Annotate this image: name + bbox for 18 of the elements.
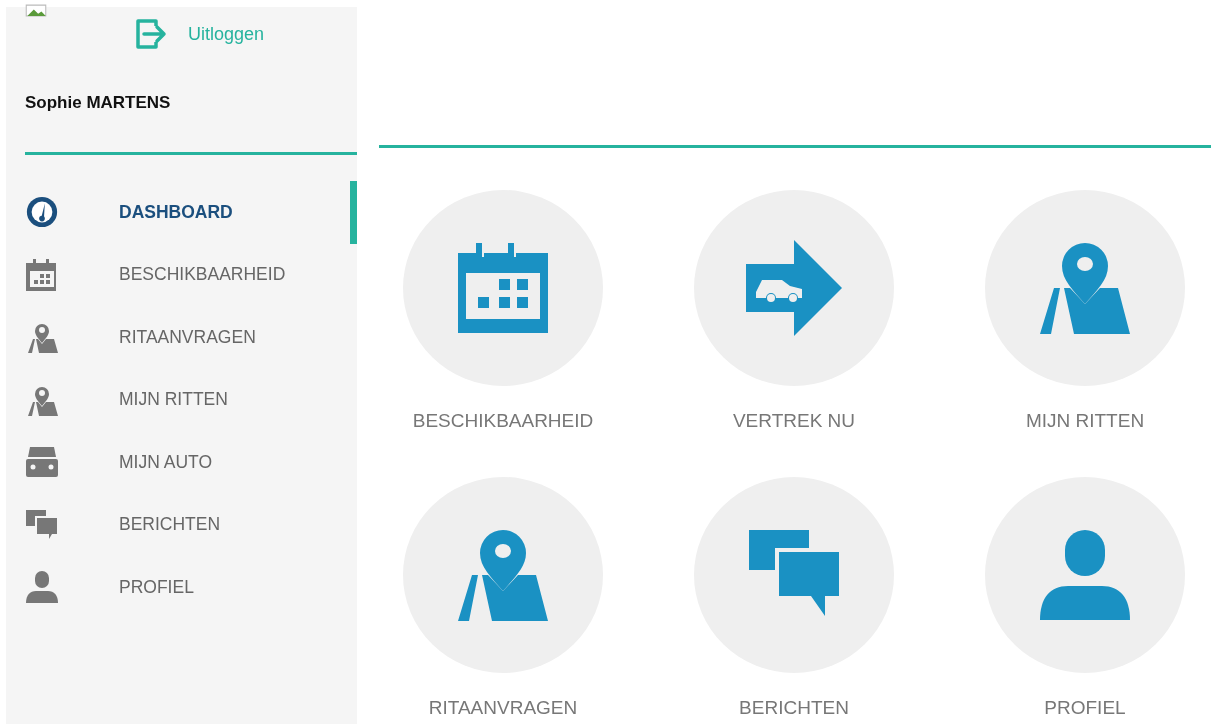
menu-item[interactable]: DASHBOARD — [6, 181, 357, 244]
map-pin-icon — [458, 529, 548, 621]
user-name: Sophie MARTENS — [25, 93, 172, 113]
menu-item[interactable]: MIJN AUTO — [6, 431, 357, 494]
car-icon — [25, 445, 59, 480]
person-icon — [1040, 530, 1130, 620]
menu-item[interactable]: PROFIEL — [6, 556, 357, 619]
calendar-icon — [458, 243, 548, 333]
menu-item[interactable]: BERICHTEN — [6, 493, 357, 556]
car-arrow-icon — [746, 240, 842, 336]
menu-item[interactable]: MIJN RITTEN — [6, 368, 357, 431]
logout-icon — [134, 17, 168, 51]
calendar-icon — [25, 257, 59, 292]
menu-item[interactable]: RITAANVRAGEN — [6, 306, 357, 369]
map-pin-icon — [1040, 242, 1130, 334]
menu-item[interactable]: BESCHIKBAARHEID — [6, 243, 357, 306]
person-icon — [25, 570, 59, 605]
gauge-icon — [25, 195, 59, 230]
